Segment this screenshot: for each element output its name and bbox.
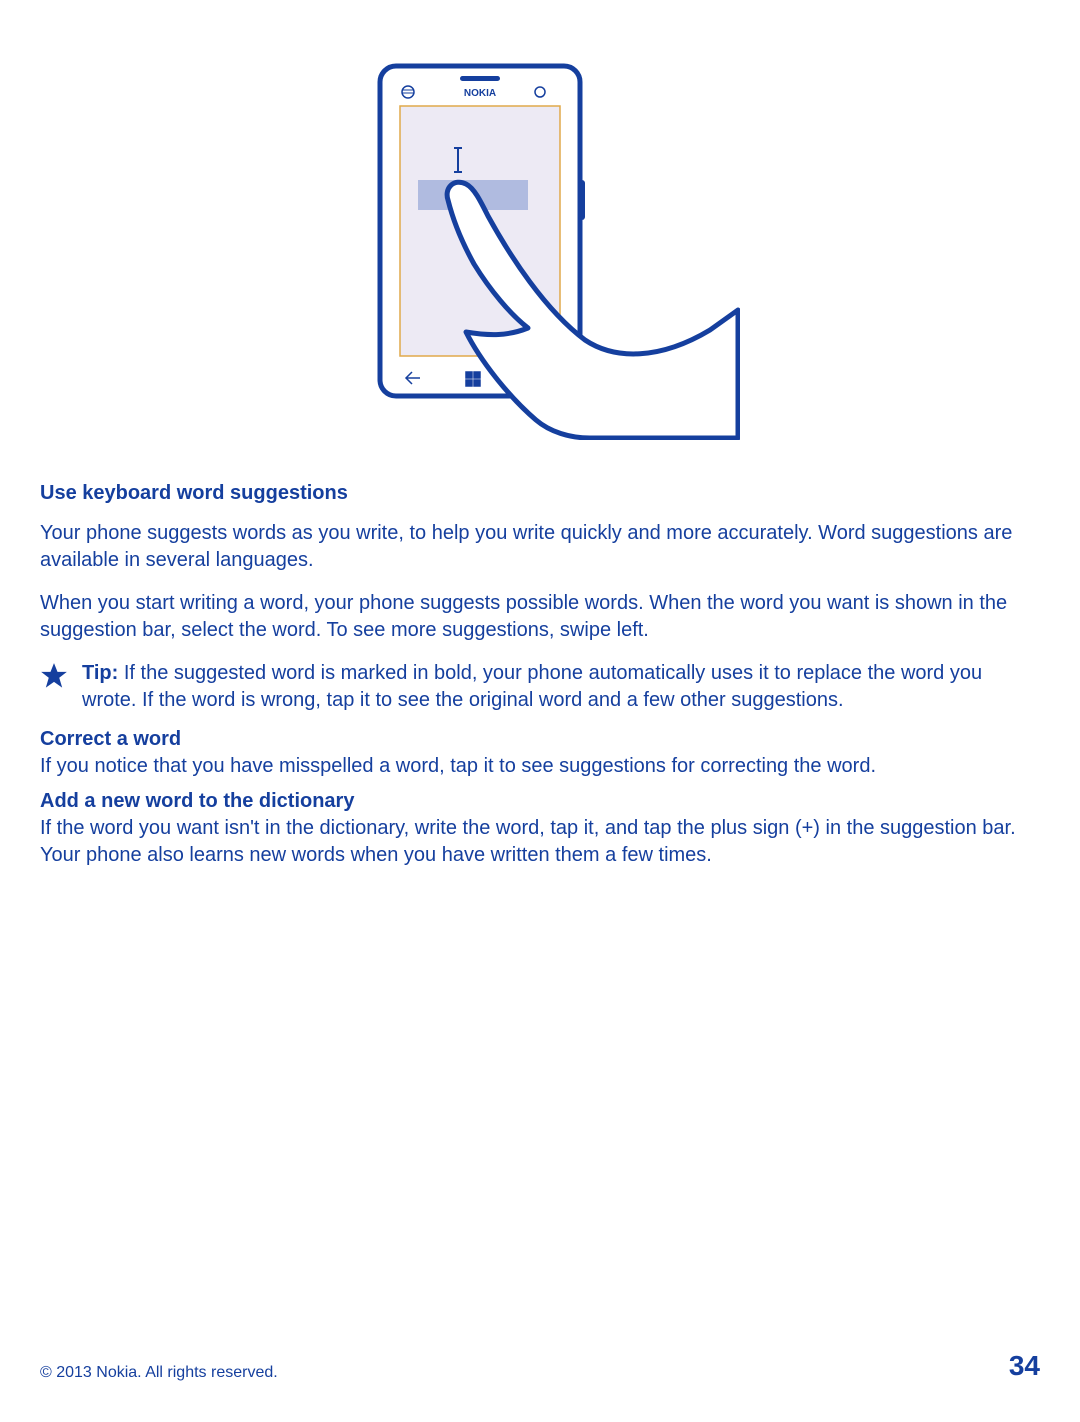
tip-label: Tip:: [82, 662, 118, 684]
paragraph-howto: When you start writing a word, your phon…: [40, 590, 1040, 644]
manual-page: NOKIA: [0, 0, 1080, 1422]
paragraph-intro: Your phone suggests words as you write, …: [40, 520, 1040, 574]
illustration-container: NOKIA: [40, 60, 1040, 440]
paragraph-correct-word: If you notice that you have misspelled a…: [40, 753, 1040, 780]
star-icon: [40, 662, 68, 690]
tip-text: Tip: If the suggested word is marked in …: [82, 660, 1040, 714]
paragraph-add-word: If the word you want isn't in the dictio…: [40, 815, 1040, 869]
heading-add-word: Add a new word to the dictionary: [40, 788, 1040, 815]
heading-correct-word: Correct a word: [40, 726, 1040, 753]
page-footer: © 2013 Nokia. All rights reserved. 34: [40, 1350, 1040, 1382]
heading-use-suggestions: Use keyboard word suggestions: [40, 480, 1040, 506]
phone-tap-illustration: NOKIA: [340, 60, 740, 440]
copyright-text: © 2013 Nokia. All rights reserved.: [40, 1364, 278, 1382]
tip-block: Tip: If the suggested word is marked in …: [40, 660, 1040, 714]
tip-body: If the suggested word is marked in bold,…: [82, 662, 982, 711]
phone-brand-label: NOKIA: [464, 88, 496, 99]
page-number: 34: [1009, 1350, 1040, 1382]
